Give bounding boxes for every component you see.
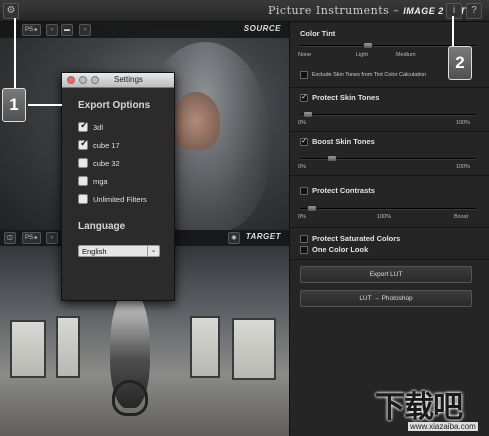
source-toolbar: PS ▸ ‹ ▬ › SOURCE [0,22,289,38]
protect-skin-slider[interactable] [303,111,314,118]
protect-skin-tick: 100% [456,120,471,126]
app-title: Picture Instruments – IMAGE 2 LUT [268,4,466,17]
chevron-down-icon: ⌄ [147,246,159,256]
lut-to-photoshop-button[interactable]: LUT → Photoshop [300,290,472,307]
callout-arrow-line [14,18,16,88]
protect-saturated-title: Protect Saturated Colors [312,234,401,243]
target-photo-window [232,318,276,380]
color-tint-tick: None [298,52,312,58]
color-tint-slider[interactable] [363,42,374,49]
callout-arrow-line [28,104,62,106]
protect-contrasts-tick: 0% [298,214,306,220]
exclude-skin-checkbox[interactable] [300,71,308,79]
callout-two: 2 [448,46,472,80]
gear-icon: ⚙ [6,5,16,16]
color-tint-tick: Medium [396,52,416,58]
source-ps-button[interactable]: PS ▸ [22,24,41,36]
info-button[interactable]: i [446,3,462,19]
extra-options-section: Protect Saturated Colors One Color Look [290,228,489,260]
settings-titlebar: Settings [62,73,174,88]
protect-saturated-checkbox[interactable] [300,235,308,243]
export-cube17-checkbox[interactable] [78,138,88,150]
callout-arrow-line [452,16,454,46]
close-window-button[interactable] [67,76,75,84]
export-mga-checkbox[interactable] [78,176,88,186]
watermark-glyphs: 下载吧 [375,390,463,425]
protect-skin-tick: 0% [298,120,306,126]
export-option-label: mga [93,177,108,186]
target-photo-wheel [112,380,148,416]
watermark-logo: 下载吧 www.xiazaiba.com [375,382,487,434]
target-ps-button[interactable]: PS ▸ [22,232,41,244]
boost-skin-title: Boost Skin Tones [312,137,375,146]
export-cube32-checkbox[interactable] [78,158,88,168]
protect-contrasts-title: Protect Contrasts [312,186,375,195]
app-window: ⚙ Picture Instruments – IMAGE 2 LUT i ? … [0,0,489,436]
target-prev-button[interactable]: ‹ [46,232,58,244]
export-lut-button[interactable]: Export LUT [300,266,472,283]
language-select-value: English [82,247,107,256]
protect-contrasts-slider[interactable] [306,205,317,212]
boost-skin-section: Boost Skin Tones 0% 100% [290,132,489,176]
title-bar: ⚙ Picture Instruments – IMAGE 2 LUT i ? [0,0,489,22]
export-option-label: cube 17 [93,141,120,150]
protect-contrasts-tick: 100% [377,214,392,220]
export-option-label: 3dl [93,123,104,132]
eye-icon: ◉ [231,235,237,241]
export-options-heading: Export Options [78,100,151,111]
language-select[interactable]: English ⌄ [78,245,160,257]
controls-panel: Color Tint None Light Medium Exclude Ski… [289,22,489,436]
export-3dl-checkbox[interactable] [78,120,88,132]
boost-skin-slider[interactable] [326,155,337,162]
help-button[interactable]: ? [466,3,482,19]
color-tint-title: Color Tint [300,29,336,38]
boost-skin-tick: 100% [456,164,471,170]
unlimited-filters-checkbox[interactable] [78,194,88,204]
language-heading: Language [78,221,126,232]
callout-one: 1 [2,88,26,122]
export-option-label: Unlimited Filters [93,195,147,204]
protect-skin-track [300,114,476,116]
export-option-label: cube 32 [93,159,120,168]
target-label: TARGET [245,232,281,241]
color-tint-tick: Light [356,52,368,58]
source-prev-button[interactable]: ‹ [46,24,58,36]
zoom-window-button[interactable] [91,76,99,84]
target-photo-window [10,320,46,378]
protect-contrasts-tick: Boost [454,214,469,220]
protect-contrasts-checkbox[interactable] [300,187,308,195]
chevron-left-icon: ‹ [51,27,53,33]
protect-skin-checkbox[interactable] [300,92,308,102]
settings-title: Settings [114,75,143,84]
settings-dialog: Settings Export Options 3dl cube 17 cube… [61,72,175,301]
watermark-url: www.xiazaiba.com [408,422,478,431]
source-folder-button[interactable]: ▬ [61,24,73,36]
target-camera-button[interactable]: ◫ [4,232,16,244]
chevron-right-icon: › [84,27,86,33]
boost-skin-tick: 0% [298,164,306,170]
protect-contrasts-track [300,208,476,210]
target-eye-button[interactable]: ◉ [228,232,240,244]
info-icon: i [452,5,456,16]
boost-skin-checkbox[interactable] [300,136,308,146]
target-photo-window [56,316,80,378]
protect-contrasts-section: Protect Contrasts 0% 100% Boost [290,176,489,228]
source-next-button[interactable]: › [79,24,91,36]
source-label: SOURCE [243,24,281,33]
one-color-title: One Color Look [312,245,369,254]
folder-icon: ▬ [64,27,70,33]
exclude-skin-label: Exclude Skin Tones from Tint Color Calcu… [312,72,427,78]
app-title-brand: Picture Instruments [268,4,390,17]
target-photo-window [190,316,220,378]
one-color-checkbox[interactable] [300,246,308,254]
protect-skin-section: Protect Skin Tones 0% 100% [290,88,489,132]
protect-skin-title: Protect Skin Tones [312,93,380,102]
minimize-window-button[interactable] [79,76,87,84]
help-icon: ? [471,5,477,16]
camera-icon: ◫ [7,235,13,241]
settings-gear-button[interactable]: ⚙ [3,3,19,19]
chevron-left-icon: ‹ [51,235,53,241]
source-photo-face [172,92,220,150]
